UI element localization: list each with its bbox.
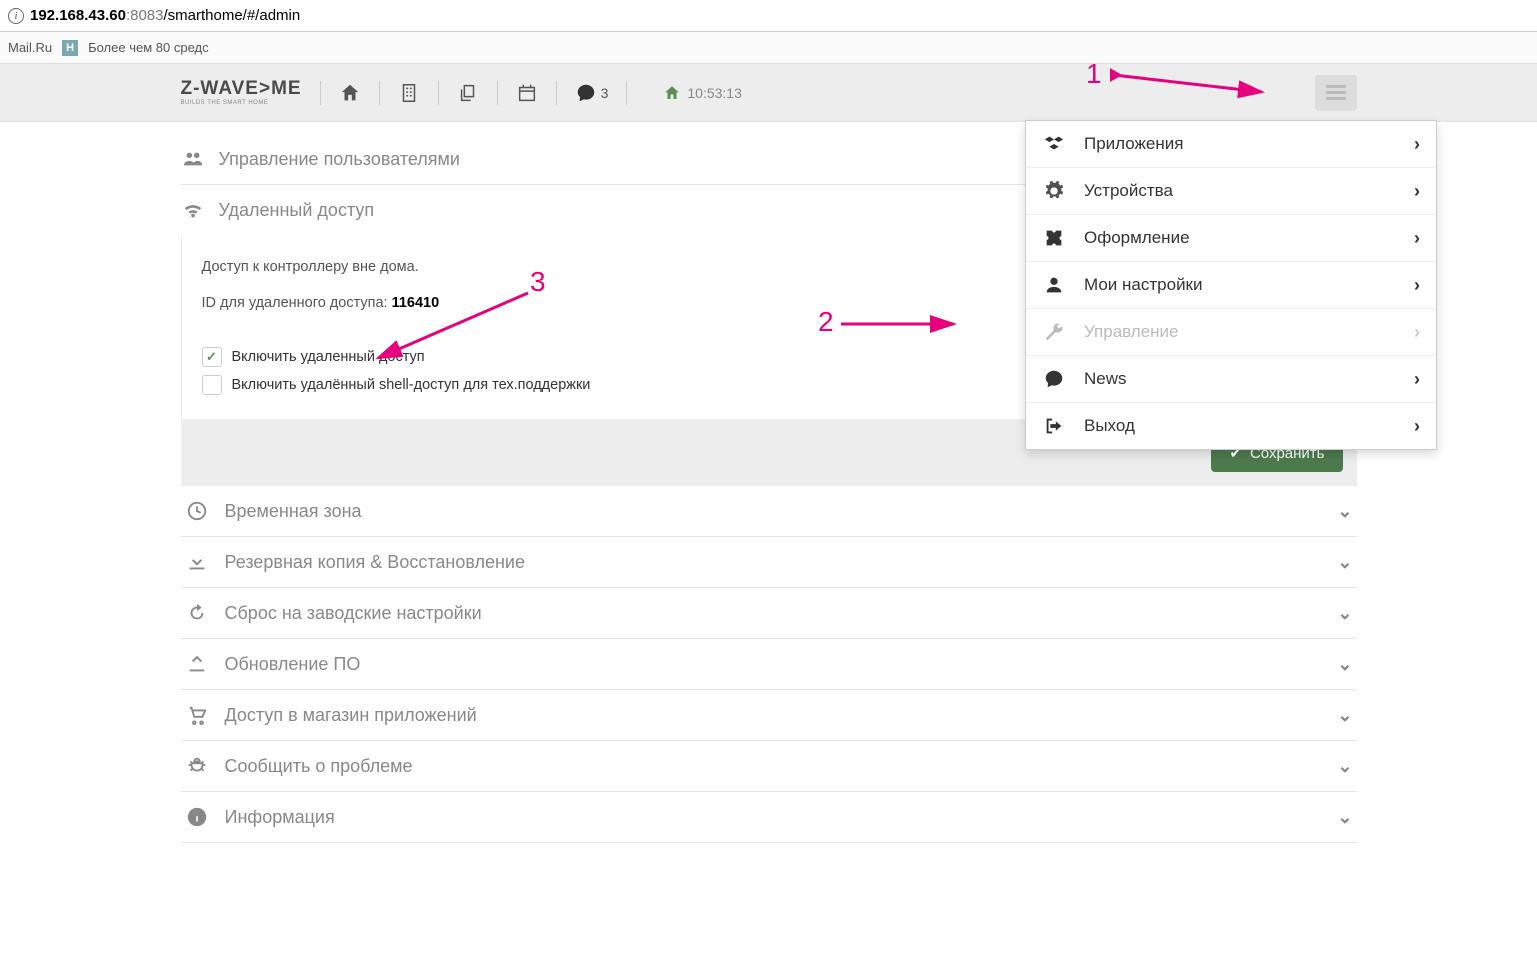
wifi-icon: [181, 199, 205, 221]
row-backup-label: Резервная копия & Восстановление: [225, 552, 526, 573]
upload-icon: [185, 653, 209, 675]
logo-sub: BUILDS THE SMART HOME: [181, 100, 302, 106]
chevron-right-icon: ›: [1414, 181, 1420, 202]
menu-devices-label: Устройства: [1084, 181, 1173, 201]
checkbox-remote-access-box[interactable]: ✓: [202, 347, 222, 367]
hamburger-menu-button[interactable]: [1315, 75, 1357, 111]
chevron-down-icon: ⌄: [1337, 705, 1352, 726]
checkbox-remote-access-label: Включить удаленный доступ: [232, 349, 425, 365]
logout-icon: [1042, 415, 1066, 437]
row-info-label: Информация: [225, 807, 335, 828]
logo[interactable]: Z-WAVE>ME BUILDS THE SMART HOME: [181, 79, 302, 106]
messages-icon[interactable]: 3: [575, 82, 609, 104]
menu-admin-label: Управление: [1084, 322, 1179, 342]
checkbox-remote-shell-label: Включить удалённый shell-доступ для тех.…: [232, 377, 591, 393]
row-timezone[interactable]: Временная зона ⌄: [181, 486, 1357, 537]
menu-settings-label: Мои настройки: [1084, 275, 1203, 295]
chevron-right-icon: ›: [1414, 369, 1420, 390]
row-backup[interactable]: Резервная копия & Восстановление ⌄: [181, 537, 1357, 588]
info-icon: i: [8, 8, 24, 24]
menu-devices[interactable]: Устройства ›: [1026, 168, 1436, 215]
top-nav: Z-WAVE>ME BUILDS THE SMART HOME 3 10:53:…: [0, 64, 1537, 122]
row-info[interactable]: Информация ⌄: [181, 792, 1357, 843]
chevron-down-icon: ⌄: [1337, 552, 1352, 573]
row-timezone-label: Временная зона: [225, 501, 362, 522]
clock-icon: [185, 500, 209, 522]
chevron-right-icon: ›: [1414, 134, 1420, 155]
menu-news[interactable]: News ›: [1026, 356, 1436, 403]
menu-settings[interactable]: Мои настройки ›: [1026, 262, 1436, 309]
home-icon[interactable]: [339, 82, 361, 104]
chevron-right-icon: ›: [1414, 416, 1420, 437]
wrench-icon: [1042, 321, 1066, 343]
remote-id-label: ID для удаленного доступа:: [202, 295, 392, 311]
menu-admin[interactable]: Управление ›: [1026, 309, 1436, 356]
cart-icon: [185, 704, 209, 726]
chevron-right-icon: ›: [1414, 322, 1420, 343]
bookmark-mailru[interactable]: Mail.Ru: [8, 40, 52, 55]
menu-news-label: News: [1084, 369, 1127, 389]
gears-icon: [1042, 180, 1066, 202]
row-reset[interactable]: Сброс на заводские настройки ⌄: [181, 588, 1357, 639]
copy-icon[interactable]: [457, 82, 479, 104]
menu-design-label: Оформление: [1084, 228, 1190, 248]
chevron-down-icon: ⌄: [1337, 756, 1352, 777]
url-port: :8083: [126, 7, 164, 24]
time-display: 10:53:13: [663, 84, 742, 102]
main-dropdown-menu: Приложения › Устройства › Оформление › Мои …: [1025, 120, 1437, 450]
row-update-label: Обновление ПО: [225, 654, 361, 675]
cubes-icon: [1042, 133, 1066, 155]
row-bug-label: Сообщить о проблеме: [225, 756, 413, 777]
row-update[interactable]: Обновление ПО ⌄: [181, 639, 1357, 690]
bookmark-more[interactable]: Более чем 80 средс: [88, 40, 209, 55]
building-icon[interactable]: [398, 82, 420, 104]
row-reset-label: Сброс на заводские настройки: [225, 603, 482, 624]
calendar-icon[interactable]: [516, 82, 538, 104]
download-icon: [185, 551, 209, 573]
checkbox-remote-shell-box[interactable]: [202, 375, 222, 395]
chevron-down-icon: ⌄: [1337, 654, 1352, 675]
logo-main: Z-WAVE>ME: [181, 79, 302, 98]
chevron-right-icon: ›: [1414, 275, 1420, 296]
row-store[interactable]: Доступ в магазин приложений ⌄: [181, 690, 1357, 741]
comment-icon: [1042, 368, 1066, 390]
menu-apps-label: Приложения: [1084, 134, 1183, 154]
bookmarks-bar: Mail.Ru H Более чем 80 средс: [0, 32, 1537, 64]
messages-count: 3: [601, 85, 609, 101]
browser-address-bar[interactable]: i 192.168.43.60:8083/smarthome/#/admin: [0, 0, 1537, 32]
chevron-down-icon: ⌄: [1337, 501, 1352, 522]
user-icon: [1042, 274, 1066, 296]
section-users-label: Управление пользователями: [219, 149, 460, 170]
menu-logout[interactable]: Выход ›: [1026, 403, 1436, 449]
row-bug[interactable]: Сообщить о проблеме ⌄: [181, 741, 1357, 792]
menu-logout-label: Выход: [1084, 416, 1135, 436]
chevron-down-icon: ⌄: [1337, 807, 1352, 828]
menu-design[interactable]: Оформление ›: [1026, 215, 1436, 262]
time-value: 10:53:13: [687, 85, 742, 101]
bookmark-h-icon[interactable]: H: [62, 40, 78, 56]
section-remote-label: Удаленный доступ: [219, 200, 375, 221]
url-path: /smarthome/#/admin: [163, 7, 300, 24]
menu-apps[interactable]: Приложения ›: [1026, 121, 1436, 168]
chevron-down-icon: ⌄: [1337, 603, 1352, 624]
remote-id-value: 116410: [392, 295, 440, 311]
bug-icon: [185, 755, 209, 777]
row-store-label: Доступ в магазин приложений: [225, 705, 477, 726]
url-ip: 192.168.43.60: [30, 7, 126, 24]
puzzle-icon: [1042, 227, 1066, 249]
chevron-right-icon: ›: [1414, 228, 1420, 249]
users-icon: [181, 148, 205, 170]
reload-icon: [185, 602, 209, 624]
info-circle-icon: [185, 806, 209, 828]
